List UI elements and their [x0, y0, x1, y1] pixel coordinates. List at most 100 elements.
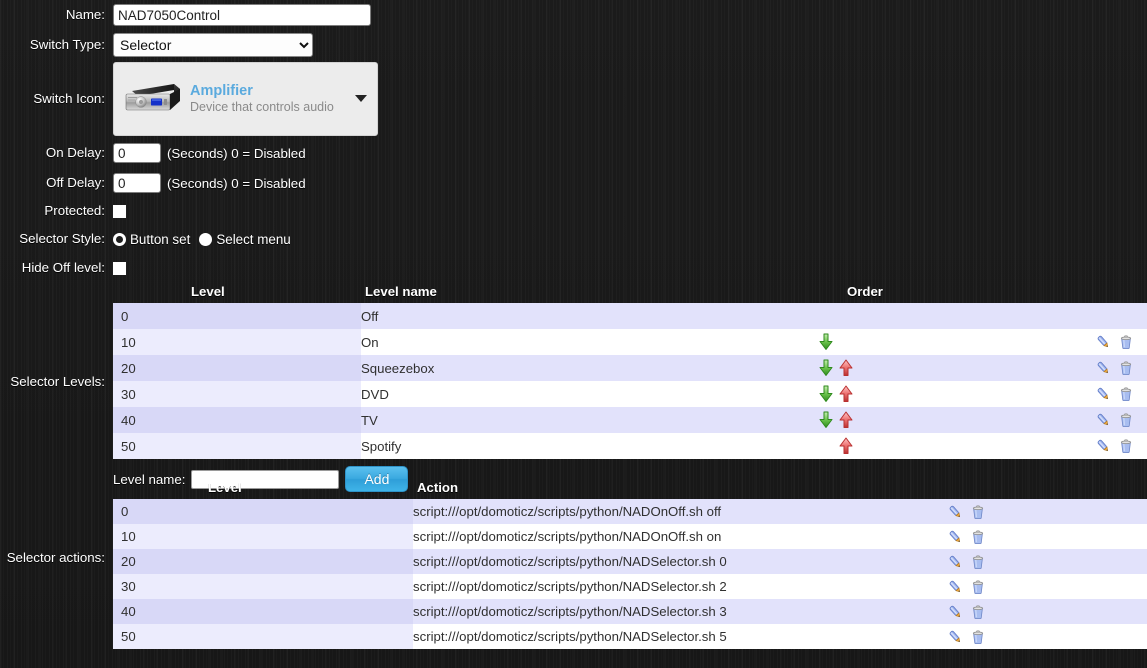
on-delay-label: On Delay:: [45, 145, 105, 161]
table-row: 50 script:///opt/domoticz/scripts/python/…: [113, 624, 1147, 649]
cell-action-level: 30: [113, 574, 413, 599]
trash-icon[interactable]: [970, 529, 986, 545]
trash-icon[interactable]: [1118, 360, 1134, 376]
cell-order: [665, 407, 1065, 433]
field-row-protected: Protected:: [0, 198, 1147, 224]
pencil-icon[interactable]: [947, 554, 963, 570]
cell-level: 50: [113, 433, 361, 459]
off-delay-label: Off Delay:: [46, 175, 105, 191]
cell-action-script: script:///opt/domoticz/scripts/python/NA…: [413, 599, 947, 624]
row-tools: [1065, 329, 1147, 355]
on-delay-input[interactable]: [113, 143, 161, 163]
col-header-level-name: Level name: [365, 284, 437, 299]
field-row-off-delay: Off Delay: (Seconds) 0 = Disabled: [0, 168, 1147, 198]
on-delay-hint: (Seconds) 0 = Disabled: [167, 145, 306, 161]
pencil-icon[interactable]: [1095, 334, 1111, 350]
pencil-icon[interactable]: [947, 629, 963, 645]
cell-level: 20: [113, 355, 361, 381]
selector-style-label-selectmenu: Select menu: [216, 231, 291, 247]
pencil-icon[interactable]: [947, 504, 963, 520]
move-up-icon[interactable]: [837, 385, 855, 403]
trash-icon[interactable]: [1118, 334, 1134, 350]
move-up-icon[interactable]: [837, 359, 855, 377]
trash-icon[interactable]: [970, 554, 986, 570]
row-tools: [947, 549, 1147, 574]
off-delay-input[interactable]: [113, 173, 161, 193]
switch-icon-title: Amplifier: [190, 82, 253, 99]
cell-order: [665, 433, 1065, 459]
selector-levels-table: Level Level name Order 0 Off 10 On 20 Squeeze…: [113, 282, 1147, 459]
cell-action-script: script:///opt/domoticz/scripts/python/NA…: [413, 499, 947, 524]
table-row: 20 Squeezebox: [113, 355, 1147, 381]
table-row: 20 script:///opt/domoticz/scripts/python/…: [113, 549, 1147, 574]
trash-icon[interactable]: [970, 579, 986, 595]
hide-off-level-label: Hide Off level:: [21, 260, 105, 276]
move-down-icon[interactable]: [817, 333, 835, 351]
name-label: Name:: [65, 7, 105, 23]
trash-icon[interactable]: [1118, 438, 1134, 454]
cell-order: [665, 355, 1065, 381]
selector-levels-label: Selector Levels:: [10, 374, 105, 389]
row-tools: [947, 599, 1147, 624]
selector-style-radio-selectmenu[interactable]: [199, 232, 213, 246]
pencil-icon[interactable]: [1095, 360, 1111, 376]
protected-label: Protected:: [44, 203, 105, 219]
pencil-icon[interactable]: [947, 604, 963, 620]
pencil-icon[interactable]: [1095, 412, 1111, 428]
selector-actions-label: Selector actions:: [6, 550, 105, 565]
table-row: 40 script:///opt/domoticz/scripts/python/…: [113, 599, 1147, 624]
col-header-action-level: Level: [208, 480, 242, 495]
field-row-selector-actions: Selector actions: Level Action 0 script:/…: [0, 478, 1147, 653]
chevron-down-icon[interactable]: [355, 95, 367, 102]
field-row-switch-icon: Switch Icon: Amplifier Device that contr…: [0, 59, 1147, 138]
table-row: 10 script:///opt/domoticz/scripts/python/…: [113, 524, 1147, 549]
cell-action-script: script:///opt/domoticz/scripts/python/NA…: [413, 574, 947, 599]
field-row-selector-style: Selector Style: Button set Select menu: [0, 224, 1147, 254]
switch-icon-picker[interactable]: Amplifier Device that controls audio: [113, 61, 378, 136]
trash-icon[interactable]: [970, 504, 986, 520]
selector-style-option-buttonset[interactable]: Button set: [113, 232, 190, 247]
selector-style-label-buttonset: Button set: [130, 231, 191, 247]
trash-icon[interactable]: [1118, 386, 1134, 402]
cell-level-name: TV: [361, 407, 665, 433]
pencil-icon[interactable]: [1095, 438, 1111, 454]
hide-off-level-checkbox[interactable]: [113, 261, 126, 275]
cell-action-script: script:///opt/domoticz/scripts/python/NA…: [413, 524, 947, 549]
switch-icon-label: Switch Icon:: [33, 90, 105, 106]
selector-style-radio-group: Button set Select menu: [113, 232, 300, 247]
switch-type-select[interactable]: Selector: [113, 32, 313, 57]
pencil-icon[interactable]: [1095, 386, 1111, 402]
amplifier-icon: [124, 82, 180, 116]
cell-action-level: 50: [113, 624, 413, 649]
off-delay-hint: (Seconds) 0 = Disabled: [167, 175, 306, 191]
protected-checkbox[interactable]: [113, 204, 126, 218]
table-row: 40 TV: [113, 407, 1147, 433]
move-down-icon[interactable]: [817, 385, 835, 403]
name-input[interactable]: [113, 4, 371, 26]
move-down-icon[interactable]: [817, 411, 835, 429]
cell-action-level: 0: [113, 499, 413, 524]
field-row-hide-off-level: Hide Off level:: [0, 254, 1147, 282]
selector-style-radio-buttonset[interactable]: [113, 232, 126, 246]
move-up-icon[interactable]: [837, 411, 855, 429]
row-tools: [947, 499, 1147, 524]
selector-actions-header-row: Level Action: [113, 478, 1147, 499]
selector-actions-table: Level Action 0 script:///opt/domoticz/scr…: [113, 478, 1147, 649]
field-row-selector-levels: Selector Levels: Level Level name Order …: [0, 282, 1147, 492]
table-row: 50 Spotify: [113, 433, 1147, 459]
pencil-icon[interactable]: [947, 579, 963, 595]
col-header-level: Level: [191, 284, 225, 299]
selector-actions-body: 0 script:///opt/domoticz/scripts/python/N…: [113, 499, 1147, 649]
trash-icon[interactable]: [970, 604, 986, 620]
table-row: 0 Off: [113, 303, 1147, 329]
cell-action-level: 10: [113, 524, 413, 549]
move-up-icon[interactable]: [837, 437, 855, 455]
trash-icon[interactable]: [1118, 412, 1134, 428]
selector-style-option-selectmenu[interactable]: Select menu: [199, 231, 291, 247]
trash-icon[interactable]: [970, 629, 986, 645]
row-tools: [1065, 407, 1147, 433]
pencil-icon[interactable]: [947, 529, 963, 545]
col-header-order: Order: [847, 284, 883, 299]
move-down-icon[interactable]: [817, 359, 835, 377]
col-header-action: Action: [417, 480, 459, 495]
